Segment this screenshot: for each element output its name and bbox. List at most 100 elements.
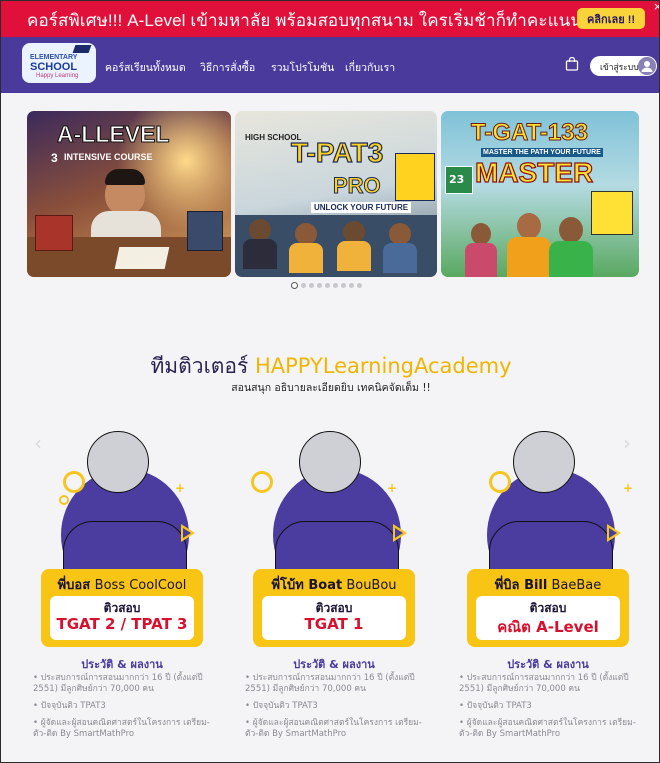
decor-plus: + <box>623 481 634 495</box>
list-item: • ประสบการณ์การสอนมากกว่า 16 ปี (ตั้งแต่… <box>245 673 415 694</box>
slide-badge: PRO <box>333 173 382 199</box>
decor-play-icon <box>181 524 195 542</box>
tutor-card[interactable]: + พี่บิล Bill BaeBae ติวสอบ คณิต A-Level… <box>455 429 655 759</box>
slider-dot[interactable] <box>291 282 298 289</box>
promo-text: คอร์สพิเศษ!!! A-Level เข้ามหาลัย พร้อมสอ… <box>27 11 622 30</box>
tutor-history-heading: ประวัติ & ผลงาน <box>81 658 163 671</box>
decor-plus: + <box>175 481 186 495</box>
nav-about-us[interactable]: เกี่ยวกับเรา <box>345 59 395 76</box>
slider-dot[interactable] <box>317 283 322 288</box>
student-body-4 <box>383 243 417 273</box>
tutor-name: พี่บอส Boss CoolCool <box>41 574 203 595</box>
promo-cta-button[interactable]: คลิกเลย !! <box>577 8 645 29</box>
close-icon[interactable]: × <box>653 1 659 13</box>
list-item: • ผู้จัดและผู้สอนคณิตศาสตร์ในโครงการ เตร… <box>245 718 422 739</box>
open-notebook <box>114 247 170 269</box>
unlock-sign <box>395 153 435 201</box>
shopping-bag-icon[interactable] <box>565 57 579 71</box>
team-heading-part1: ทีมติวเตอร์ <box>150 354 255 378</box>
decor-ring <box>63 471 85 493</box>
slide-t-pat3[interactable]: HIGH SCHOOL T-PAT3 PRO UNLOCK YOUR FUTUR… <box>235 111 437 277</box>
user-avatar-icon <box>638 57 656 75</box>
tutor-name: พี่บิล Bill BaeBae <box>467 574 629 595</box>
nav-all-courses[interactable]: คอร์สเรียนทั้งหมด <box>105 59 186 76</box>
slide-subtitle: INTENSIVE COURSE <box>64 152 153 162</box>
student-hair <box>105 169 145 185</box>
decor-ring-small <box>59 495 69 505</box>
slider-dot[interactable] <box>309 283 314 288</box>
slider-dot[interactable] <box>333 283 338 288</box>
list-item: • ประสบการณ์การสอนมากกว่า 16 ปี (ตั้งแต่… <box>459 673 629 694</box>
decor-ring <box>251 471 273 493</box>
tutor-fullname-rest: BaeBae <box>547 578 602 593</box>
list-item: • ผู้จัดและผู้สอนคณิตศาสตร์ในโครงการ เตร… <box>459 718 636 739</box>
slide-title: A-LLEVEL <box>56 121 170 148</box>
nav-promotions[interactable]: รวมโปรโมชัน <box>271 59 334 76</box>
tutor-nickname: พี่บิล <box>494 578 525 593</box>
team-heading-part2: HAPPYLearningAcademy <box>254 354 512 378</box>
hero-slider[interactable]: A-LLEVEL 3 INTENSIVE COURSE HIGH SCHOOL … <box>27 111 639 277</box>
student-head-2 <box>295 223 317 245</box>
site-logo[interactable]: ELEMENTARY SCHOOL Happy Learning <box>22 43 96 83</box>
list-item: • ปัจจุบันติว TPAT3 <box>459 701 532 711</box>
slider-dot[interactable] <box>325 283 330 288</box>
slide-tagline: UNLOCK YOUR FUTURE <box>311 202 412 213</box>
tutor-history-heading: ประวัติ & ผลงาน <box>507 658 589 671</box>
student-body-2 <box>507 237 551 277</box>
tutor-name-card: พี่บอส Boss CoolCool ติวสอบ TGAT 2 / TPA… <box>41 569 203 647</box>
slide-subtitle: MASTER THE PATH YOUR FUTURE <box>481 148 603 157</box>
logo-text-line3: Happy Learning <box>36 73 79 79</box>
page: คอร์สพิเศษ!!! A-Level เข้ามหาลัย พร้อมสอ… <box>0 0 660 763</box>
student-body-3 <box>337 241 371 271</box>
slide-title: T-PAT3 <box>290 136 384 168</box>
decor-plus: + <box>387 481 398 495</box>
tutor-fullname: Boat <box>308 578 343 593</box>
calendar-number: 23 <box>449 173 465 186</box>
tutor-history-list: • ประสบการณ์การสอนมากกว่า 16 ปี (ตั้งแต่… <box>245 673 435 746</box>
student-body-3 <box>549 241 593 277</box>
tutor-name-card: พี่โบ้ท Boat BouBou ติวสอบ TGAT 1 <box>253 569 415 647</box>
graduation-cap-icon <box>72 45 92 53</box>
slide-t-gat[interactable]: T-GAT-133 MASTER THE PATH YOUR FUTURE MA… <box>441 111 639 277</box>
book-stack-left <box>35 215 73 251</box>
slider-dot[interactable] <box>341 283 346 288</box>
slide-a-level[interactable]: A-LLEVEL 3 INTENSIVE COURSE <box>27 111 231 277</box>
student-body-1 <box>465 243 497 277</box>
slider-dot[interactable] <box>357 283 362 288</box>
list-item: • ปัจจุบันติว TPAT3 <box>245 701 318 711</box>
tutor-card[interactable]: + พี่โบ้ท Boat BouBou ติวสอบ TGAT 1 ประว… <box>241 429 441 759</box>
site-header: ELEMENTARY SCHOOL Happy Learning คอร์สเร… <box>1 37 659 93</box>
decor-play-icon <box>393 524 407 542</box>
tutor-avatar-head <box>299 431 361 493</box>
decor-play-icon <box>607 524 621 542</box>
list-item: • ปัจจุบันติว TPAT3 <box>33 701 106 711</box>
decor-ring <box>489 471 511 493</box>
tutor-name: พี่โบ้ท Boat BouBou <box>253 574 415 595</box>
team-subtitle: สอนสนุก อธิบายละเอียดยิบ เทคนิคจัดเต็ม !… <box>231 382 431 394</box>
nav-how-to-order[interactable]: วิธีการสั่งซื้อ <box>200 59 255 76</box>
tutor-fullname: Boss CoolCool <box>94 578 187 593</box>
login-label: เข้าสู่ระบบ <box>600 63 639 73</box>
tutor-exam-box: ติวสอบ คณิต A-Level <box>476 596 620 640</box>
book-stack-right <box>187 211 223 251</box>
student-head-1 <box>471 223 491 245</box>
student-head-3 <box>343 221 365 243</box>
tutor-history-heading: ประวัติ & ผลงาน <box>293 658 375 671</box>
student-body-1 <box>243 239 277 269</box>
tutor-card[interactable]: + พี่บอส Boss CoolCool ติวสอบ TGAT 2 / T… <box>29 429 229 759</box>
student-head-1 <box>249 219 271 241</box>
tutor-exam-box: ติวสอบ TGAT 2 / TPAT 3 <box>50 596 194 640</box>
slide-title: T-GAT-133 <box>471 119 589 147</box>
master-sign <box>591 191 633 235</box>
logo-text-line1: ELEMENTARY <box>30 54 78 61</box>
tutor-avatar-head <box>87 431 149 493</box>
calendar-board: 23 <box>445 166 473 194</box>
slide-number: 3 <box>51 151 58 165</box>
login-button[interactable]: เข้าสู่ระบบ <box>590 56 657 76</box>
slider-dot[interactable] <box>301 283 306 288</box>
student-body-2 <box>289 243 323 273</box>
slider-dot[interactable] <box>349 283 354 288</box>
slide-badge: MASTER <box>474 156 594 188</box>
tutor-avatar-head <box>513 431 575 493</box>
logo-text-line2: SCHOOL <box>30 61 78 73</box>
